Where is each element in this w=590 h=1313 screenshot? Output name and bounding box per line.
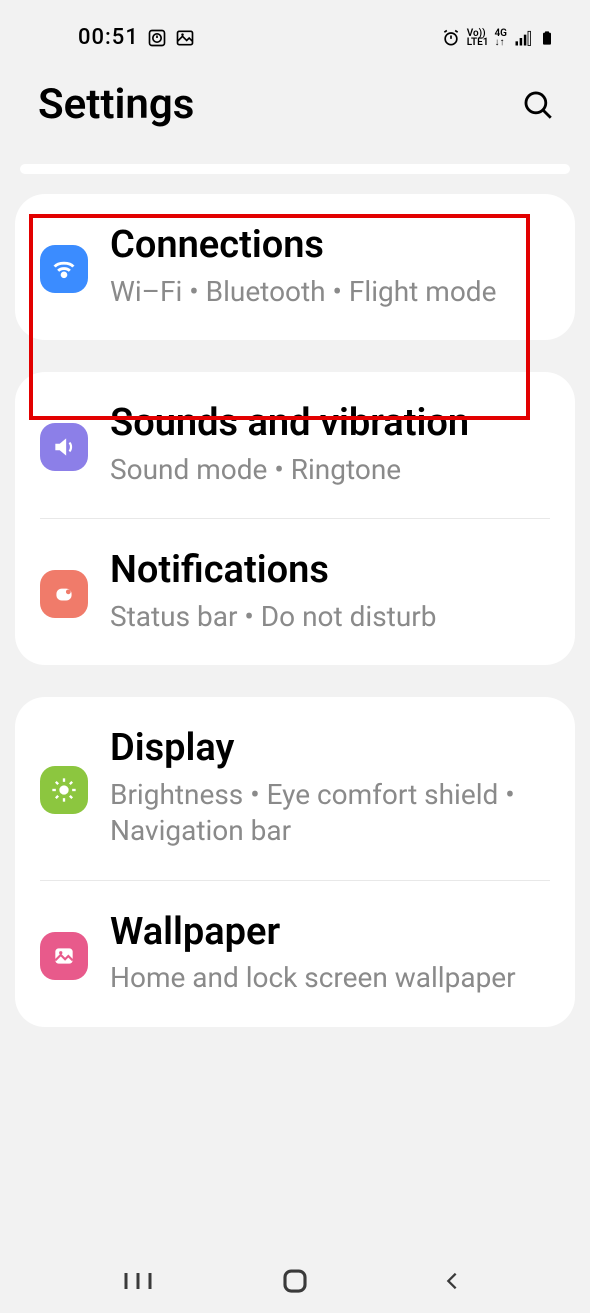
wifi-icon [40,245,88,293]
status-right: Vo)) LTE1 4G ↓↑ [441,28,555,48]
status-left: 00:51 [78,25,195,50]
item-text: Connections Wi–Fi • Bluetooth • Flight m… [110,224,550,310]
navigation-bar [0,1248,590,1313]
settings-card-connections: Connections Wi–Fi • Bluetooth • Flight m… [15,194,575,340]
scroll-hint-strip [20,164,570,174]
network-indicator: 4G ↓↑ [494,29,507,47]
search-icon[interactable] [521,88,555,122]
gallery-icon [175,28,195,48]
settings-item-connections[interactable]: Connections Wi–Fi • Bluetooth • Flight m… [40,194,550,340]
item-subtitle: Status bar • Do not disturb [110,599,550,635]
page-title: Settings [38,80,194,129]
wallpaper-icon [40,932,88,980]
item-subtitle: Sound mode • Ringtone [110,452,550,488]
settings-item-notifications[interactable]: Notifications Status bar • Do not distur… [40,518,550,665]
item-subtitle: Wi–Fi • Bluetooth • Flight mode [110,274,550,310]
status-time: 00:51 [78,25,139,50]
nav-home-button[interactable] [275,1261,315,1301]
signal-icon [513,28,533,48]
item-subtitle: Home and lock screen wallpaper [110,960,550,996]
settings-item-display[interactable]: Display Brightness • Eye comfort shield … [40,697,550,879]
status-bar: 00:51 Vo)) LTE1 4G ↓↑ [0,0,590,60]
sound-icon [40,423,88,471]
brightness-icon [40,766,88,814]
alarm-icon [441,28,461,48]
settings-card-sounds-notifications: Sounds and vibration Sound mode • Ringto… [15,372,575,665]
clock-app-icon [147,28,167,48]
item-text: Display Brightness • Eye comfort shield … [110,727,550,849]
item-title: Wallpaper [110,911,550,955]
item-title: Display [110,727,550,771]
item-text: Sounds and vibration Sound mode • Ringto… [110,402,550,488]
settings-item-sounds[interactable]: Sounds and vibration Sound mode • Ringto… [40,372,550,518]
notifications-icon [40,570,88,618]
item-title: Connections [110,224,550,268]
header: Settings [0,60,590,164]
item-title: Notifications [110,549,550,593]
volte-indicator: Vo)) LTE1 [467,29,489,47]
item-text: Notifications Status bar • Do not distur… [110,549,550,635]
item-title: Sounds and vibration [110,402,550,446]
item-subtitle: Brightness • Eye comfort shield • Naviga… [110,777,550,850]
item-text: Wallpaper Home and lock screen wallpaper [110,911,550,997]
battery-icon [539,28,555,48]
settings-card-display-wallpaper: Display Brightness • Eye comfort shield … [15,697,575,1027]
nav-recents-button[interactable] [118,1261,158,1301]
nav-back-button[interactable] [432,1261,472,1301]
settings-item-wallpaper[interactable]: Wallpaper Home and lock screen wallpaper [40,880,550,1027]
